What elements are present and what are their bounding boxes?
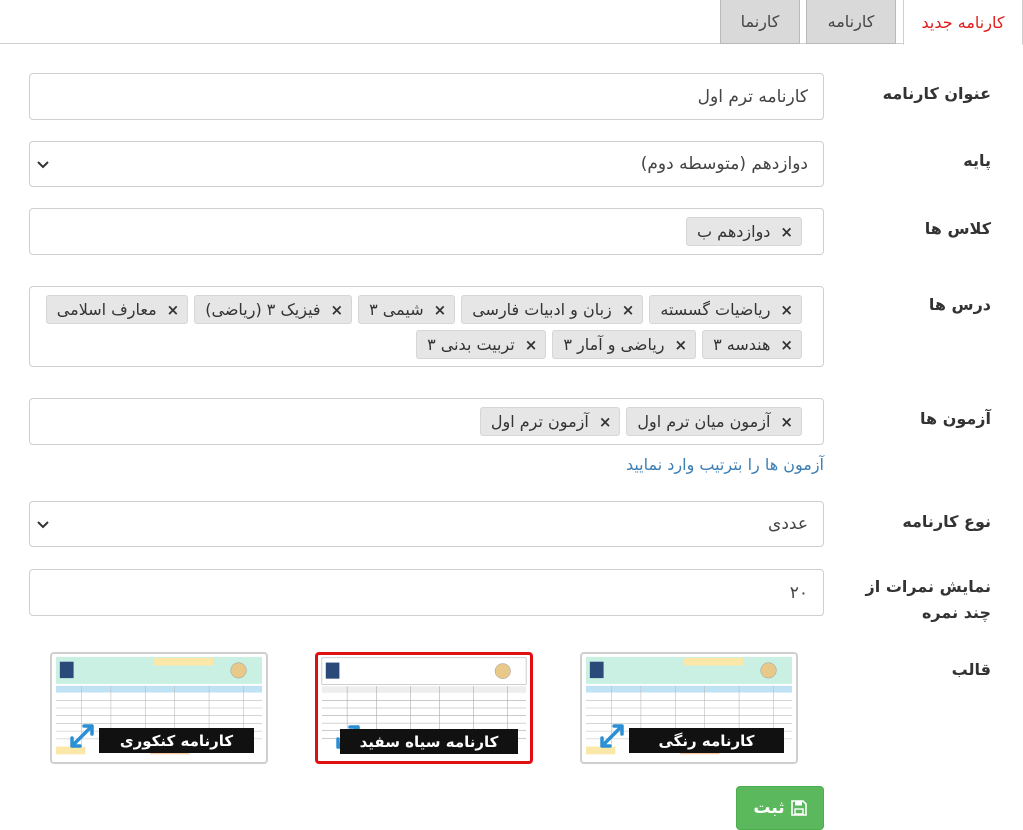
- chip-label: دوازدهم ب: [697, 222, 771, 241]
- report-title-label: عنوان کارنامه: [882, 84, 991, 103]
- template-konkur-option[interactable]: کارنامه کنکوری: [50, 652, 268, 764]
- lessons-label: درس ها: [928, 295, 991, 314]
- max-score-input[interactable]: ۲۰: [29, 569, 824, 616]
- max-score-label-line2: چند نمره: [921, 603, 991, 622]
- close-icon[interactable]: ×: [780, 301, 793, 319]
- exam-chip[interactable]: × آزمون میان ترم اول: [626, 407, 802, 436]
- report-type-select[interactable]: عددی: [29, 501, 824, 547]
- expand-arrows-icon[interactable]: [598, 722, 626, 750]
- tab-karnama[interactable]: کارنما: [720, 0, 800, 44]
- max-score-label: نمایش نمرات از چند نمره: [841, 574, 991, 626]
- report-type-value: عددی: [768, 514, 808, 534]
- grade-label: پایه: [963, 151, 991, 170]
- max-score-label-line1: نمایش نمرات از: [865, 577, 991, 596]
- chevron-down-icon: [37, 521, 49, 529]
- chip-label: معارف اسلامی: [56, 300, 157, 319]
- lesson-chip[interactable]: × شیمی ۳: [358, 295, 456, 324]
- template-color-caption: کارنامه رنگی: [629, 728, 784, 753]
- close-icon[interactable]: ×: [780, 413, 793, 431]
- chip-label: ریاضی و آمار ۳: [563, 335, 665, 354]
- chip-label: زبان و ادبیات فارسی: [472, 300, 612, 319]
- exams-multiselect[interactable]: × آزمون میان ترم اول × آزمون ترم اول: [29, 398, 824, 445]
- lesson-chip[interactable]: × زبان و ادبیات فارسی: [461, 295, 644, 324]
- lessons-multiselect[interactable]: × ریاضیات گسسته × زبان و ادبیات فارسی × شیم…: [29, 286, 824, 367]
- report-type-label: نوع کارنامه: [902, 512, 991, 531]
- floppy-disk-icon: [790, 800, 807, 816]
- template-konkur-caption: کارنامه کنکوری: [99, 728, 254, 753]
- classes-label: کلاس ها: [924, 219, 991, 238]
- lesson-chip[interactable]: × تربیت بدنی ۳: [416, 330, 547, 359]
- template-label: قالب: [951, 660, 991, 679]
- template-color-option[interactable]: کارنامه رنگی: [580, 652, 798, 764]
- close-icon[interactable]: ×: [780, 336, 793, 354]
- close-icon[interactable]: ×: [167, 301, 180, 319]
- max-score-value: ۲۰: [789, 582, 808, 603]
- close-icon[interactable]: ×: [434, 301, 447, 319]
- chip-label: فیزیک ۳ (ریاضی): [205, 300, 321, 319]
- chevron-down-icon: [37, 161, 49, 169]
- exam-chip[interactable]: × آزمون ترم اول: [479, 407, 621, 436]
- template-bw-caption: کارنامه سیاه سفید: [340, 729, 518, 754]
- chip-label: آزمون ترم اول: [490, 412, 589, 431]
- close-icon[interactable]: ×: [331, 301, 344, 319]
- lesson-chip[interactable]: × فیزیک ۳ (ریاضی): [194, 295, 353, 324]
- close-icon[interactable]: ×: [622, 301, 635, 319]
- grade-select[interactable]: دوازدهم (متوسطه دوم): [29, 141, 824, 187]
- chip-label: ریاضیات گسسته: [660, 300, 771, 319]
- lesson-chip[interactable]: × ریاضی و آمار ۳: [552, 330, 697, 359]
- submit-button[interactable]: ثبت: [736, 786, 824, 830]
- close-icon[interactable]: ×: [525, 336, 538, 354]
- close-icon[interactable]: ×: [599, 413, 612, 431]
- lesson-chip[interactable]: × معارف اسلامی: [45, 295, 189, 324]
- report-title-input[interactable]: کارنامه ترم اول: [29, 73, 824, 120]
- chip-label: تربیت بدنی ۳: [427, 335, 515, 354]
- class-chip[interactable]: × دوازدهم ب: [686, 217, 802, 246]
- tab-report[interactable]: کارنامه: [806, 0, 896, 44]
- submit-label: ثبت: [753, 798, 785, 818]
- chip-label: آزمون میان ترم اول: [637, 412, 771, 431]
- lesson-chip[interactable]: × ریاضیات گسسته: [649, 295, 802, 324]
- close-icon[interactable]: ×: [780, 223, 793, 241]
- classes-multiselect[interactable]: × دوازدهم ب: [29, 208, 824, 255]
- template-bw-option[interactable]: کارنامه سیاه سفید: [315, 652, 533, 764]
- report-title-value: کارنامه ترم اول: [697, 86, 808, 107]
- chip-label: شیمی ۳: [369, 300, 424, 319]
- lesson-chip[interactable]: × هندسه ۳: [702, 330, 802, 359]
- exams-help-text: آزمون ها را بترتیب وارد نمایید: [625, 455, 824, 474]
- exams-label: آزمون ها: [920, 409, 991, 428]
- expand-arrows-icon[interactable]: [68, 722, 96, 750]
- close-icon[interactable]: ×: [675, 336, 688, 354]
- grade-value: دوازدهم (متوسطه دوم): [640, 154, 808, 174]
- tab-new-report[interactable]: کارنامه جدید: [903, 0, 1023, 45]
- chip-label: هندسه ۳: [713, 335, 771, 354]
